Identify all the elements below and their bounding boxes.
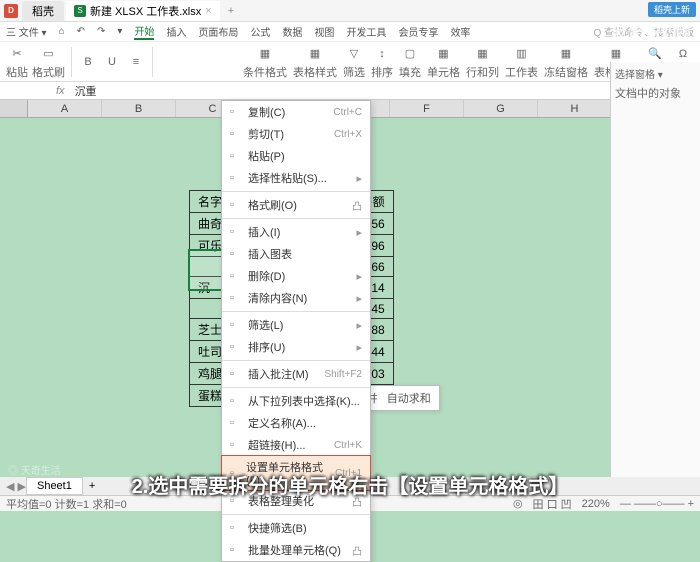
tab-close-icon[interactable]: ×	[205, 5, 211, 17]
tab-workbook-label: 新建 XLSX 工作表.xlsx	[90, 3, 201, 19]
context-menu-item[interactable]: ▫插入批注(M)Shift+F2	[222, 363, 370, 385]
context-menu-item[interactable]: ▫批量处理单元格(Q)凸	[222, 539, 370, 561]
menu-layout[interactable]: 页面布局	[198, 24, 238, 39]
ribbon-freeze[interactable]: ▦冻结窗格	[544, 44, 588, 80]
context-menu-item[interactable]: ▫快捷筛选(B)	[222, 517, 370, 539]
mini-sum[interactable]: 自动求和	[384, 389, 434, 407]
menu-member[interactable]: 会员专享	[398, 24, 438, 39]
tab-home[interactable]: 稻壳	[22, 1, 64, 21]
watermark: 天奇·视频	[609, 18, 692, 44]
ribbon-sheet[interactable]: ▥工作表	[505, 44, 538, 80]
menu-more[interactable]: ▾	[117, 26, 122, 37]
ribbon-format-painter[interactable]: ▭ 格式刷	[32, 44, 65, 80]
brush-icon: ▭	[39, 44, 59, 64]
ribbon-tablestyle[interactable]: ▦表格样式	[293, 44, 337, 80]
context-menu-item[interactable]: ▫筛选(L)▸	[222, 314, 370, 336]
menu-insert[interactable]: 插入	[166, 24, 186, 39]
context-menu-item[interactable]: ▫复制(C)Ctrl+C	[222, 101, 370, 123]
col-header[interactable]: F	[390, 100, 464, 117]
bold-icon[interactable]: B	[78, 52, 98, 72]
redo-icon[interactable]: ↷	[97, 26, 105, 37]
context-menu-item[interactable]: ▫定义名称(A)...	[222, 412, 370, 434]
excel-icon: S	[74, 5, 86, 17]
select-all-corner[interactable]	[0, 100, 28, 117]
zoom-level[interactable]: 220%	[582, 498, 610, 510]
context-menu-item[interactable]: ▫剪切(T)Ctrl+X	[222, 123, 370, 145]
ribbon-cell[interactable]: ▦单元格	[427, 44, 460, 80]
ribbon-rowcol[interactable]: ▦行和列	[466, 44, 499, 80]
context-menu-item[interactable]: ▫选择性粘贴(S)...▸	[222, 167, 370, 189]
menubar: 三 文件 ▾ ⌂ ↶ ↷ ▾ 开始 插入 页面布局 公式 数据 视图 开发工具 …	[0, 22, 700, 42]
ribbon-clipboard: ✂ 粘贴	[6, 44, 28, 80]
col-header[interactable]: H	[538, 100, 612, 117]
formula-bar: fx 沉重	[0, 82, 700, 100]
menu-efficiency[interactable]: 效率	[450, 24, 470, 39]
menu-data[interactable]: 数据	[282, 24, 302, 39]
menu-file[interactable]: 三 文件 ▾	[6, 24, 47, 39]
undo-icon[interactable]: ↶	[77, 26, 85, 37]
context-menu-item[interactable]: ▫插入(I)▸	[222, 221, 370, 243]
ribbon: ✂ 粘贴 ▭ 格式刷 B U ≡ ▦条件格式 ▦表格样式 ▽筛选 ↕排序 ▢填充…	[0, 42, 700, 82]
menu-start[interactable]: 开始	[134, 23, 154, 40]
context-menu-item[interactable]: ▫排序(U)▸	[222, 336, 370, 358]
ribbon-condformat[interactable]: ▦条件格式	[243, 44, 287, 80]
zoom-slider[interactable]: — ——○—— +	[620, 498, 694, 510]
formula-value[interactable]: 沉重	[71, 83, 101, 99]
context-menu-item[interactable]: ▫清除内容(N)▸	[222, 287, 370, 309]
menu-formula[interactable]: 公式	[250, 24, 270, 39]
col-header[interactable]: B	[102, 100, 176, 117]
sidepanel-title[interactable]: 选择窗格 ▾	[615, 66, 696, 81]
titlebar: D 稻壳 S 新建 XLSX 工作表.xlsx × + □ — □ ×	[0, 0, 700, 22]
ribbon-sort[interactable]: ↕排序	[371, 44, 393, 80]
col-header[interactable]: A	[28, 100, 102, 117]
menu-view[interactable]: 视图	[314, 24, 334, 39]
paste-label[interactable]: 粘贴	[6, 64, 28, 80]
tab-workbook[interactable]: S 新建 XLSX 工作表.xlsx ×	[66, 1, 220, 21]
col-header[interactable]: G	[464, 100, 538, 117]
cut-icon[interactable]: ✂	[7, 44, 27, 64]
context-menu-item[interactable]: ▫粘贴(P)	[222, 145, 370, 167]
sidepanel-text: 文档中的对象	[615, 85, 696, 101]
context-menu-item[interactable]: ▫插入图表	[222, 243, 370, 265]
align-icon[interactable]: ≡	[126, 52, 146, 72]
context-menu-item[interactable]: ▫从下拉列表中选择(K)...	[222, 390, 370, 412]
context-menu-item[interactable]: ▫超链接(H)...Ctrl+K	[222, 434, 370, 456]
side-panel: 选择窗格 ▾ 文档中的对象	[610, 62, 700, 482]
context-menu-item[interactable]: ▫格式刷(O)凸	[222, 194, 370, 216]
sheet-area: A B C D E F G H I 名字 售额 1.6号销售额 曲奇1356 可…	[0, 100, 700, 500]
new-tab-button[interactable]: +	[220, 5, 242, 17]
promo-button[interactable]: 稻壳上新	[648, 2, 696, 17]
fx-icon[interactable]: fx	[50, 85, 71, 97]
underline-icon[interactable]: U	[102, 52, 122, 72]
ribbon-fill[interactable]: ▢填充	[399, 44, 421, 80]
wps-logo-icon: D	[4, 4, 18, 18]
menu-dev[interactable]: 开发工具	[346, 24, 386, 39]
menu-home-icon[interactable]: ⌂	[59, 26, 65, 37]
context-menu-item[interactable]: ▫删除(D)▸	[222, 265, 370, 287]
ribbon-filter[interactable]: ▽筛选	[343, 44, 365, 80]
subtitle-caption: 2.选中需要拆分的单元格右击【设置单元格格式】	[0, 470, 700, 499]
